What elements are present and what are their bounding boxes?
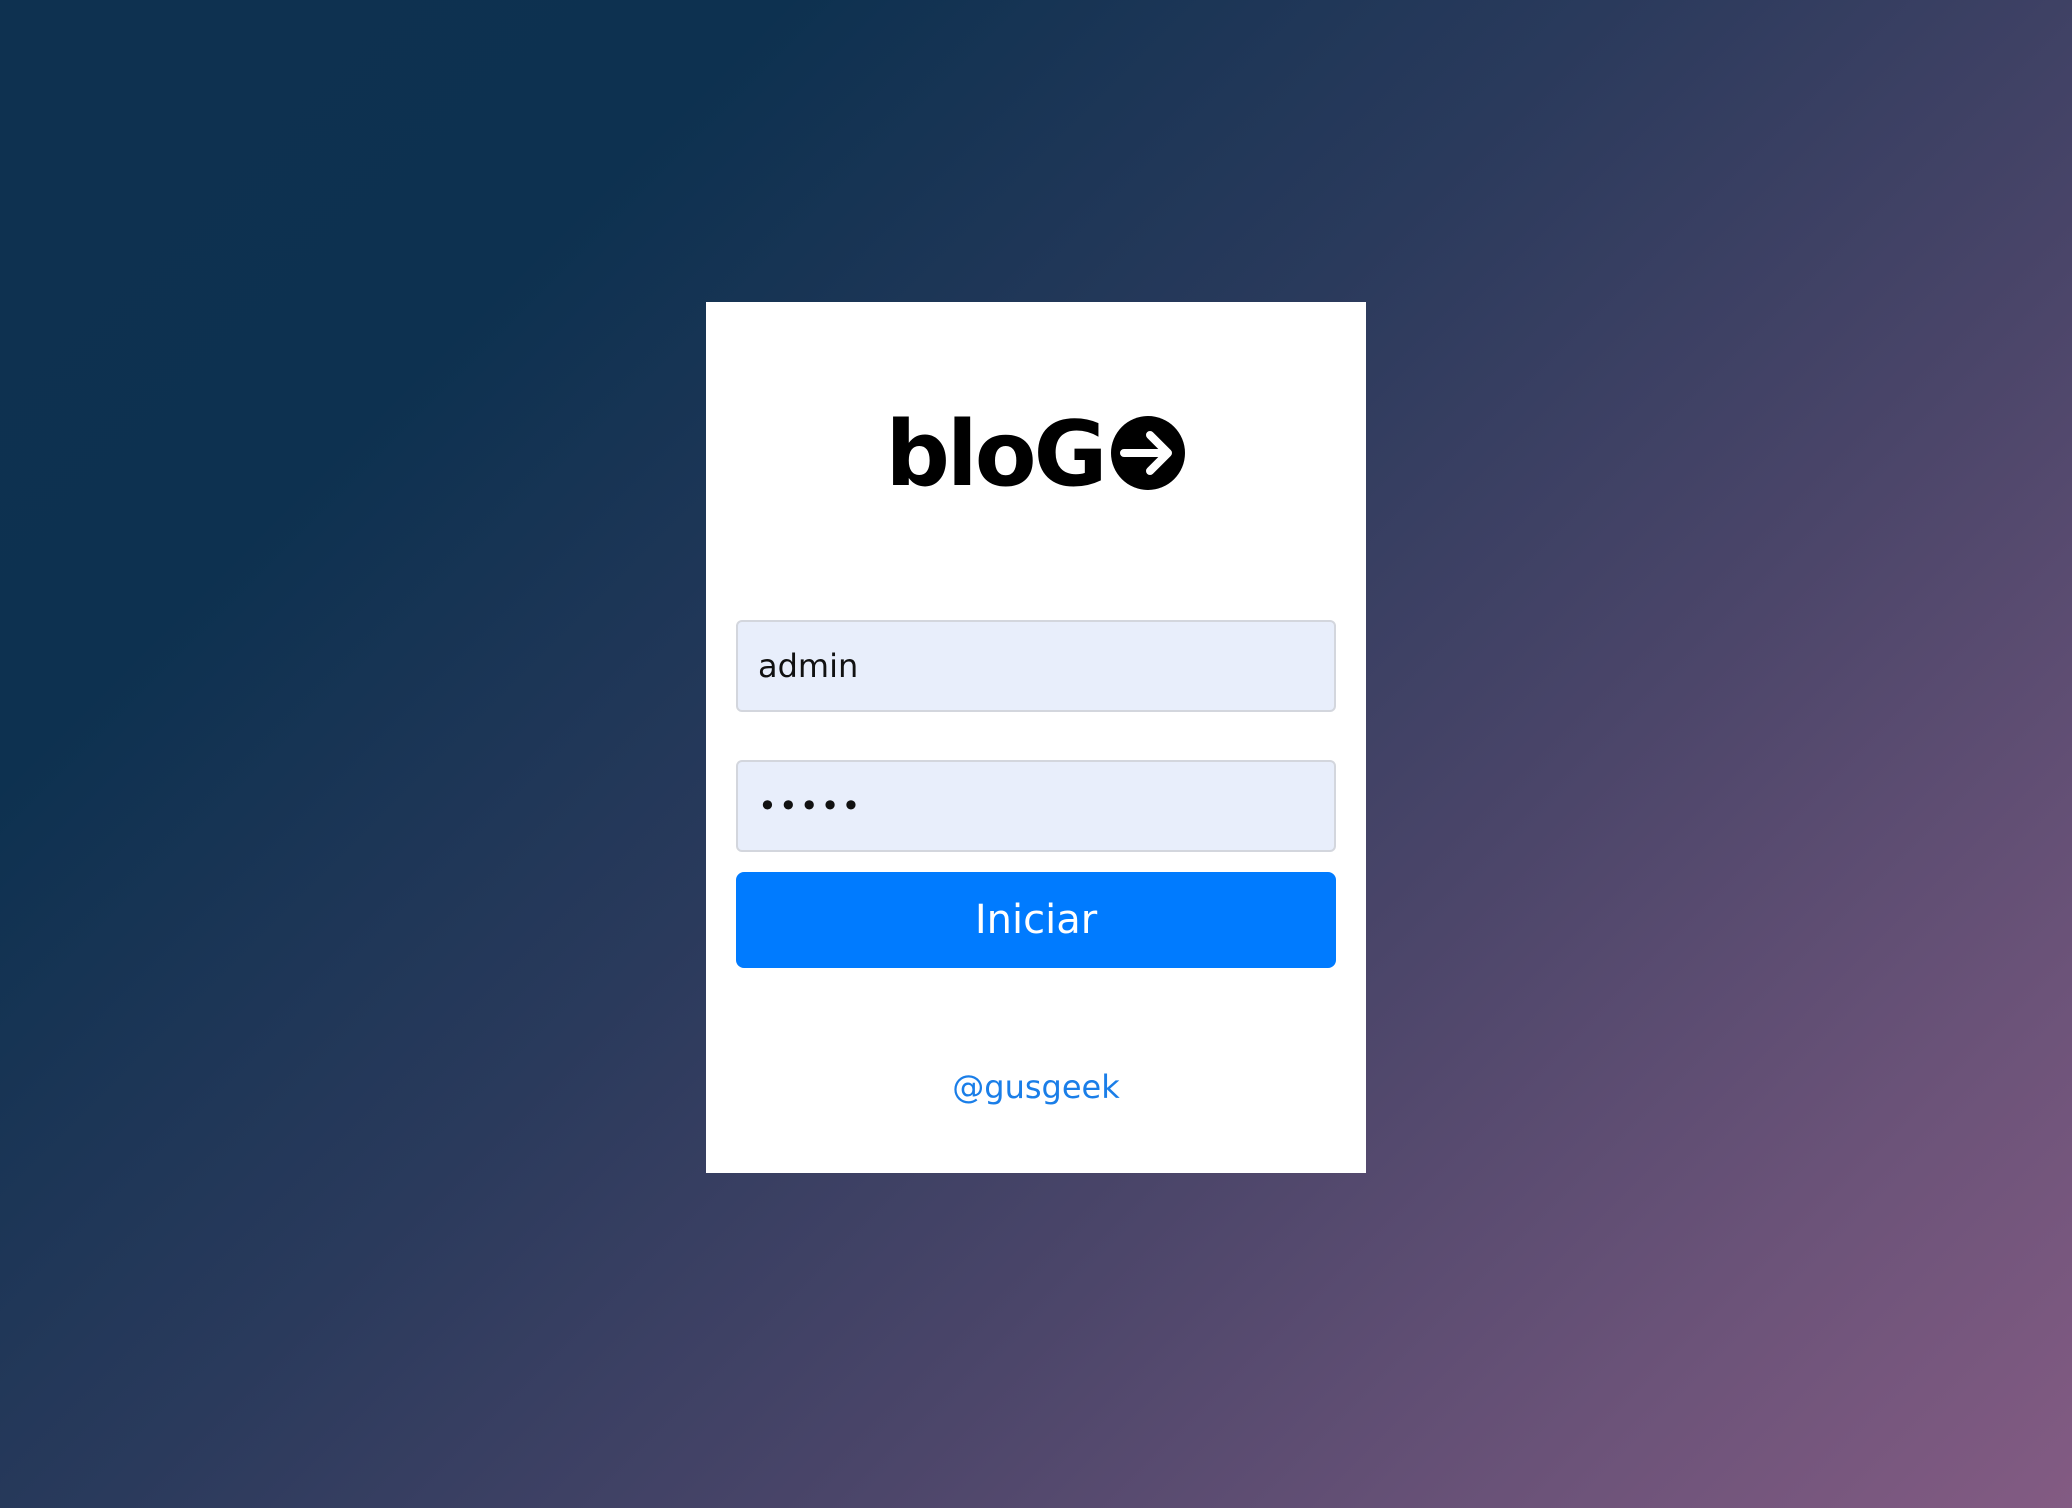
password-input[interactable] [736,760,1336,852]
arrow-right-circle-icon [1111,416,1186,490]
author-handle-link[interactable]: @gusgeek [706,1068,1366,1106]
brand-logo: bloG [706,410,1366,500]
login-card: bloG Iniciar @gusgeek [706,302,1366,1173]
login-button[interactable]: Iniciar [736,872,1336,968]
login-button-label: Iniciar [974,897,1098,943]
username-input[interactable] [736,620,1336,712]
logo-text: bloG [885,402,1108,507]
